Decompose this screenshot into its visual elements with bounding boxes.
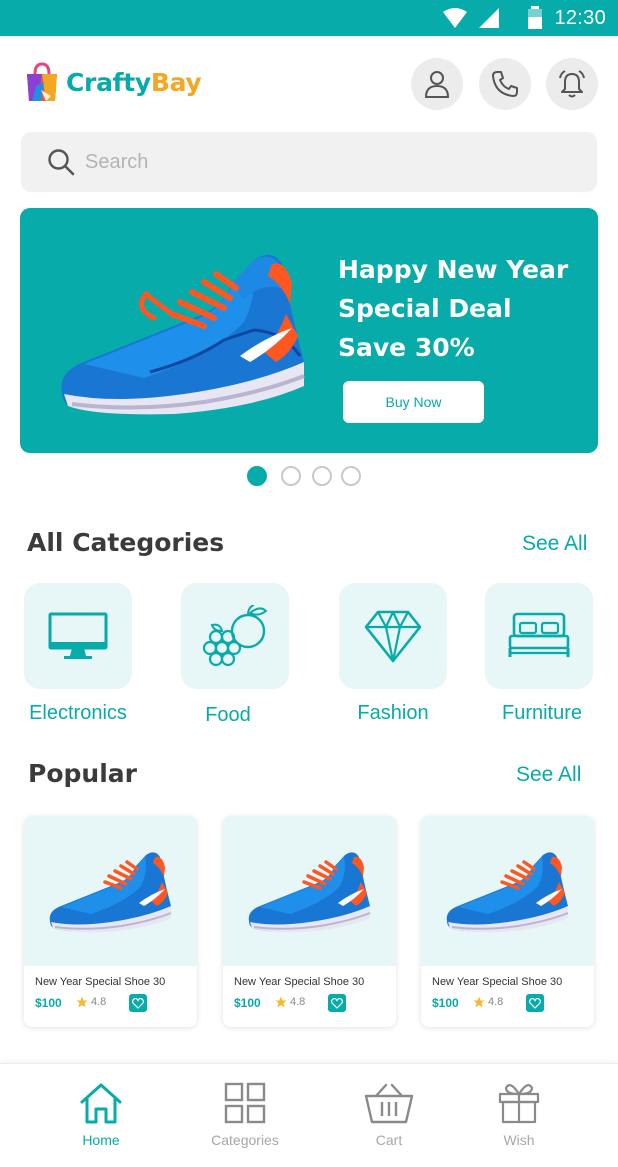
product-shoe-image [248, 852, 371, 933]
promo-banner[interactable]: Happy New Year Special Deal Save 30% Buy… [20, 208, 598, 453]
notifications-button[interactable] [546, 58, 598, 110]
heart-icon [132, 997, 144, 1009]
category-furniture-label: Furniture [501, 702, 583, 724]
search-icon [48, 149, 75, 176]
category-furniture[interactable] [485, 583, 593, 689]
carousel-indicator [0, 466, 618, 486]
diamond-icon [364, 610, 422, 663]
carousel-dot-4[interactable] [341, 466, 361, 486]
product-price: $100 [432, 996, 459, 1010]
product-shoe-image [49, 852, 172, 933]
logo-text-part1: Crafty [66, 67, 151, 97]
battery-icon [528, 6, 543, 29]
star-icon [275, 996, 287, 1008]
nav-wish[interactable]: Wish [464, 1082, 574, 1148]
search-input[interactable] [85, 150, 565, 174]
category-electronics[interactable] [24, 583, 132, 689]
monitor-icon [48, 612, 108, 659]
nav-home[interactable]: Home [46, 1082, 156, 1148]
product-name: New Year Special Shoe 30 [234, 976, 365, 988]
popular-heading: Popular [28, 759, 137, 788]
basket-icon [364, 1083, 414, 1124]
popular-see-all-link[interactable]: See All [516, 763, 581, 787]
nav-wish-label: Wish [503, 1132, 535, 1148]
logo-text-part2: Bay [150, 67, 202, 97]
banner-line-1: Happy New Year [338, 255, 569, 284]
wishlist-button[interactable] [129, 994, 147, 1012]
product-rating: 4.8 [275, 996, 305, 1008]
search-bar[interactable] [21, 132, 597, 192]
app-header: CraftyBay [0, 36, 618, 126]
profile-button[interactable] [411, 58, 463, 110]
wishlist-button[interactable] [526, 994, 544, 1012]
product-card[interactable]: New Year Special Shoe 30 $100 4.8 [24, 816, 197, 1027]
shoe-image [61, 254, 305, 415]
category-fashion[interactable] [339, 583, 447, 689]
product-rating: 4.8 [473, 996, 503, 1008]
fruits-icon [202, 605, 268, 667]
product-price: $100 [234, 996, 261, 1010]
product-name: New Year Special Shoe 30 [35, 976, 166, 988]
gift-icon [498, 1084, 540, 1124]
carousel-dot-2[interactable] [281, 466, 301, 486]
product-card[interactable]: New Year Special Shoe 30 $100 4.8 [223, 816, 396, 1027]
signal-icon [479, 8, 500, 28]
user-icon [424, 71, 450, 98]
bed-icon [508, 612, 570, 657]
banner-line-3: Save 30% [338, 333, 475, 362]
category-fashion-label: Fashion [357, 702, 429, 724]
banner-line-2: Special Deal [338, 294, 512, 323]
product-name: New Year Special Shoe 30 [432, 976, 563, 988]
heart-icon [331, 997, 343, 1009]
product-price: $100 [35, 996, 62, 1010]
product-shoe-image [446, 852, 569, 933]
buy-now-button[interactable]: Buy Now [343, 381, 484, 423]
categories-see-all-link[interactable]: See All [522, 532, 587, 556]
bottom-navigation: Home Categories Cart Wish [0, 1063, 618, 1167]
nav-categories[interactable]: Categories [190, 1082, 300, 1148]
wishlist-button[interactable] [328, 994, 346, 1012]
nav-cart[interactable]: Cart [334, 1082, 444, 1148]
grid-icon [224, 1082, 266, 1124]
carousel-dot-3[interactable] [312, 466, 332, 486]
category-food[interactable] [181, 583, 289, 689]
nav-cart-label: Cart [375, 1132, 403, 1148]
home-icon [80, 1083, 122, 1124]
categories-heading: All Categories [27, 528, 225, 557]
product-rating-value: 4.8 [91, 996, 107, 1008]
heart-icon [529, 997, 541, 1009]
status-bar: 12:30 [0, 0, 618, 36]
bell-icon [559, 70, 585, 98]
shopping-bag-logo-icon [27, 62, 57, 101]
phone-icon [492, 71, 518, 97]
status-time: 12:30 [554, 6, 606, 29]
star-icon [473, 996, 485, 1008]
logo: CraftyBay [24, 60, 202, 104]
nav-categories-label: Categories [211, 1132, 279, 1148]
category-food-label: Food [205, 704, 251, 726]
carousel-dot-1[interactable] [247, 466, 267, 486]
product-rating: 4.8 [76, 996, 106, 1008]
category-electronics-label: Electronics [29, 702, 127, 724]
call-button[interactable] [479, 58, 531, 110]
nav-home-label: Home [82, 1132, 120, 1148]
banner-headline: Happy New Year Special Deal Save 30% [338, 250, 588, 367]
product-rating-value: 4.8 [488, 996, 504, 1008]
product-card[interactable]: New Year Special Shoe 30 $100 4.8 [421, 816, 594, 1027]
wifi-icon [443, 8, 468, 28]
product-rating-value: 4.8 [290, 996, 306, 1008]
star-icon [76, 996, 88, 1008]
